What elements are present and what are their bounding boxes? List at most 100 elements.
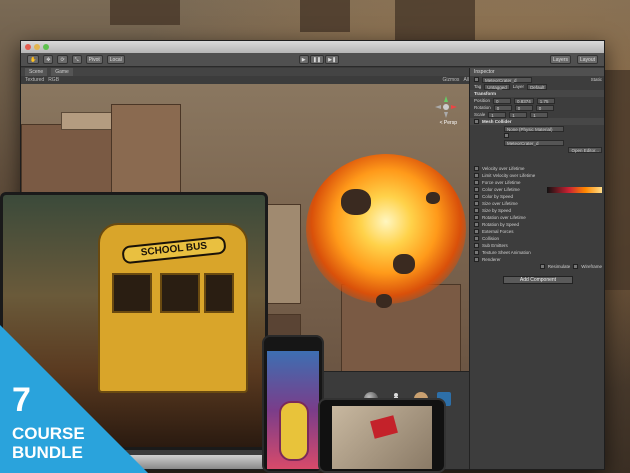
open-editor-button[interactable]: Open Editor... (568, 146, 602, 153)
hand-tool-button[interactable]: ✋ (27, 55, 40, 64)
module-checkbox[interactable] (474, 180, 479, 185)
particle-module-row[interactable]: Size by Speed (470, 207, 604, 214)
module-checkbox[interactable] (474, 250, 479, 255)
wireframe-checkbox[interactable] (573, 264, 579, 269)
tag-dropdown[interactable]: Untagged (484, 83, 510, 90)
tag-layer-row: Tag Untagged Layer Default (470, 83, 604, 90)
tab-game[interactable]: Game (51, 68, 73, 76)
particle-module-row[interactable]: Rotation over Lifetime (470, 214, 604, 221)
position-x-field[interactable]: 0 (493, 97, 512, 104)
module-label: Color over Lifetime (482, 187, 520, 192)
physic-material-field[interactable]: None (Physic Material) (504, 125, 564, 132)
shading-mode-dropdown[interactable]: Textured (25, 77, 44, 83)
module-checkbox[interactable] (474, 222, 479, 227)
scale-x-field[interactable]: 1 (488, 111, 507, 118)
position-label: Position (474, 98, 491, 103)
object-header-row: MeteorCrater_d Static (470, 76, 604, 83)
tab-scene[interactable]: Scene (25, 68, 48, 76)
add-component-button[interactable]: Add Component (503, 276, 573, 284)
background-ruin (300, 0, 350, 32)
move-tool-button[interactable]: ✥ (43, 55, 54, 64)
pause-button[interactable]: ❚❚ (309, 55, 325, 64)
module-checkbox[interactable] (474, 166, 479, 171)
red-flag-object (370, 415, 398, 439)
zoom-dot[interactable] (43, 44, 49, 50)
rotation-row: Rotation 0 0 0 (470, 104, 604, 111)
debris-rock (426, 192, 440, 204)
material-row: None (Physic Material) (470, 125, 604, 132)
module-checkbox[interactable] (474, 187, 479, 192)
position-y-field[interactable]: 0.8374 (514, 97, 534, 104)
particle-module-row[interactable]: Texture Sheet Animation (470, 249, 604, 256)
gizmos-dropdown[interactable]: Gizmos (442, 77, 459, 83)
badge-number: 7 (12, 381, 31, 419)
rotate-tool-button[interactable]: ⟳ (57, 55, 68, 64)
particle-module-row[interactable]: Size over Lifetime (470, 200, 604, 207)
convex-checkbox[interactable] (504, 133, 509, 138)
particle-module-row[interactable]: Velocity over Lifetime (470, 165, 604, 172)
module-checkbox[interactable] (474, 257, 479, 262)
mesh-row: MeteorCrater_d (470, 139, 604, 146)
particle-module-row[interactable]: Force over Lifetime (470, 179, 604, 186)
particle-module-row[interactable]: Limit Velocity over Lifetime (470, 172, 604, 179)
scale-z-field[interactable]: 1 (530, 111, 549, 118)
position-z-field[interactable]: 1.75 (536, 97, 555, 104)
particle-module-row[interactable]: Collision (470, 235, 604, 242)
rotation-z-field[interactable]: 0 (535, 104, 554, 111)
active-checkbox[interactable] (474, 77, 479, 82)
badge-line-bundle: BUNDLE (12, 443, 83, 462)
orientation-gizmo-icon[interactable] (435, 96, 457, 118)
particle-module-row[interactable]: Color over Lifetime (470, 186, 604, 193)
scene-tab-strip: Scene Game (21, 68, 469, 76)
particle-spacer (470, 153, 604, 165)
rotation-y-field[interactable]: 0 (514, 104, 533, 111)
mesh-field[interactable]: MeteorCrater_d (504, 139, 564, 146)
particle-editor-row: Open Editor... (470, 146, 604, 153)
minimize-dot[interactable] (34, 44, 40, 50)
module-checkbox[interactable] (474, 173, 479, 178)
layer-dropdown[interactable]: Default (527, 83, 548, 90)
pivot-button[interactable]: Pivot (85, 55, 103, 64)
scale-tool-button[interactable]: ⤡ (71, 55, 82, 64)
window-titlebar (21, 41, 604, 53)
background-ruin (395, 0, 475, 40)
debris-rock (341, 189, 371, 215)
rotation-x-field[interactable]: 0 (493, 104, 512, 111)
module-checkbox[interactable] (474, 201, 479, 206)
layers-dropdown[interactable]: Layers (549, 55, 571, 64)
particle-module-row[interactable]: Sub Emitters (470, 242, 604, 249)
particle-module-row[interactable]: Color by Speed (470, 193, 604, 200)
color-gradient-swatch[interactable] (547, 186, 602, 193)
step-button[interactable]: ▶❚ (325, 55, 340, 64)
perspective-label[interactable]: < Persp (440, 120, 457, 126)
module-label: Collision (482, 236, 500, 241)
module-checkbox[interactable] (474, 194, 479, 199)
bus-sign: SCHOOL BUS (121, 235, 227, 265)
static-toggle[interactable]: Static (591, 77, 602, 82)
module-checkbox[interactable] (474, 229, 479, 234)
transform-section-header[interactable]: Transform (470, 90, 604, 97)
particle-module-row[interactable]: Rotation by Speed (470, 221, 604, 228)
bus-window (204, 273, 234, 313)
layout-dropdown[interactable]: Layout (576, 55, 598, 64)
close-dot[interactable] (25, 44, 31, 50)
collider-enabled-checkbox[interactable] (474, 119, 479, 124)
module-checkbox[interactable] (474, 236, 479, 241)
phone-device (318, 398, 446, 473)
scale-y-field[interactable]: 1 (509, 111, 528, 118)
building (111, 104, 181, 194)
mesh-collider-section-header[interactable]: Mesh Collider (470, 118, 604, 125)
resimulate-checkbox[interactable] (539, 264, 545, 269)
inspector-tab[interactable]: Inspector (470, 68, 604, 76)
module-label: Renderer (482, 257, 501, 262)
object-name-field[interactable]: MeteorCrater_d (482, 76, 532, 83)
render-mode-dropdown[interactable]: RGB (48, 77, 59, 83)
module-checkbox[interactable] (474, 215, 479, 220)
local-button[interactable]: Local (106, 55, 125, 64)
module-checkbox[interactable] (474, 243, 479, 248)
particle-module-row[interactable]: Renderer (470, 256, 604, 263)
inspector-panel: Inspector MeteorCrater_d Static Tag Unta… (469, 68, 604, 469)
module-checkbox[interactable] (474, 208, 479, 213)
play-button[interactable]: ▶ (298, 55, 309, 64)
particle-module-row[interactable]: External Forces (470, 228, 604, 235)
